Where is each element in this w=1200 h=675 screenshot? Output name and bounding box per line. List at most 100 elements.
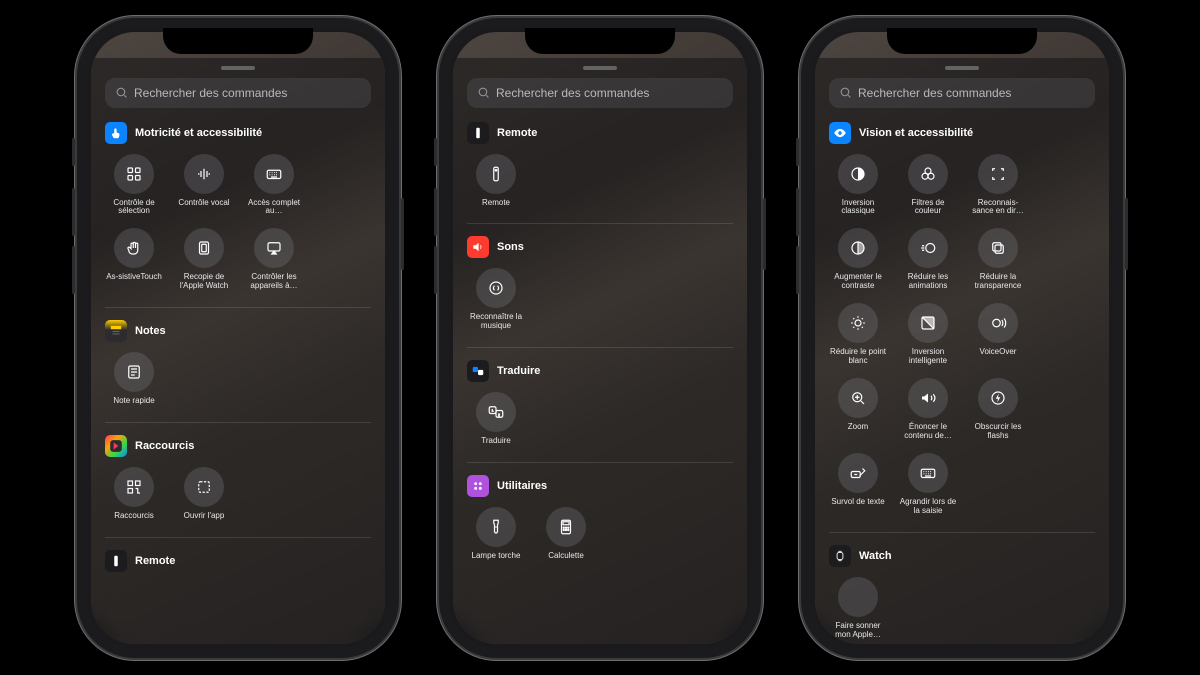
control-item[interactable]: Contrôler les appareils à… bbox=[245, 228, 303, 291]
section: Vision et accessibilité Inversion classiq… bbox=[829, 122, 1095, 529]
motion-icon bbox=[908, 228, 948, 268]
control-label: Inversion intelligente bbox=[899, 348, 957, 366]
remote-icon bbox=[467, 122, 489, 144]
smartinv-icon bbox=[908, 303, 948, 343]
controls-scroll[interactable]: Vision et accessibilité Inversion classiq… bbox=[815, 110, 1109, 644]
sheet-grabber[interactable] bbox=[945, 66, 979, 70]
control-label: As-sistiveTouch bbox=[106, 273, 162, 282]
search-placeholder: Rechercher des commandes bbox=[496, 86, 649, 100]
control-label: Accès complet au… bbox=[245, 199, 303, 217]
section-header: Motricité et accessibilité bbox=[105, 122, 371, 144]
section-title: Traduire bbox=[497, 365, 540, 377]
utilities-icon bbox=[467, 475, 489, 497]
section: Traduire Traduire bbox=[467, 360, 733, 458]
speaker-icon bbox=[908, 378, 948, 418]
phone-frame: Rechercher des commandes Vision et access… bbox=[811, 28, 1113, 648]
torch-icon bbox=[476, 507, 516, 547]
control-label: Réduire le point blanc bbox=[829, 348, 887, 366]
dashedsq-icon bbox=[184, 467, 224, 507]
section-header: Remote bbox=[105, 550, 371, 572]
control-item[interactable]: Réduire les animations bbox=[899, 228, 957, 291]
control-item[interactable]: Calculette bbox=[537, 507, 595, 561]
control-label: Énoncer le contenu de… bbox=[899, 423, 957, 441]
section: Sons Reconnaître la musique bbox=[467, 236, 733, 343]
search-input[interactable]: Rechercher des commandes bbox=[105, 78, 371, 108]
control-item[interactable]: Survol de texte bbox=[829, 453, 887, 516]
control-label: Inversion classique bbox=[829, 199, 887, 217]
qr-icon bbox=[114, 467, 154, 507]
control-item[interactable]: Reconnais-sance en dir… bbox=[969, 154, 1027, 217]
control-item[interactable]: VoiceOver bbox=[969, 303, 1027, 366]
control-item[interactable]: Obscurcir les flashs bbox=[969, 378, 1027, 441]
control-item[interactable]: Inversion intelligente bbox=[899, 303, 957, 366]
control-label: Faire sonner mon Apple… bbox=[829, 622, 887, 640]
section: RaccourcisRaccourcisOuvrir l'app bbox=[105, 435, 371, 533]
phone-frame: Rechercher des commandes Motricité et acc… bbox=[87, 28, 389, 648]
control-label: Réduire la transparence bbox=[969, 273, 1027, 291]
section-header: Watch bbox=[829, 545, 1095, 567]
translate-icon bbox=[467, 360, 489, 382]
control-label: Recopie de l'Apple Watch bbox=[175, 273, 233, 291]
control-label: Reconnaître la musique bbox=[467, 313, 525, 331]
control-item[interactable]: Reconnaître la musique bbox=[467, 268, 525, 331]
airplay-icon bbox=[254, 228, 294, 268]
note-icon bbox=[114, 352, 154, 392]
section-title: Remote bbox=[135, 555, 175, 567]
control-item[interactable]: Lampe torche bbox=[467, 507, 525, 561]
control-item[interactable]: Raccourcis bbox=[105, 467, 163, 521]
control-label: Obscurcir les flashs bbox=[969, 423, 1027, 441]
control-label: Réduire les animations bbox=[899, 273, 957, 291]
control-item[interactable]: Accès complet au… bbox=[245, 154, 303, 217]
control-item[interactable]: Filtres de couleur bbox=[899, 154, 957, 217]
sheet-grabber[interactable] bbox=[583, 66, 617, 70]
control-label: Note rapide bbox=[113, 397, 154, 406]
control-label: Agrandir lors de la saisie bbox=[899, 498, 957, 516]
section: Utilitaires Lampe torcheCalculette bbox=[467, 475, 733, 573]
control-item[interactable]: Traduire bbox=[467, 392, 525, 446]
section-header: Traduire bbox=[467, 360, 733, 382]
control-item[interactable]: Inversion classique bbox=[829, 154, 887, 217]
section: Remote bbox=[105, 550, 371, 572]
control-label: Augmenter le contraste bbox=[829, 273, 887, 291]
sheet-grabber[interactable] bbox=[221, 66, 255, 70]
remote-icon bbox=[476, 154, 516, 194]
control-item[interactable]: Réduire le point blanc bbox=[829, 303, 887, 366]
control-label: Filtres de couleur bbox=[899, 199, 957, 217]
control-label: Ouvrir l'app bbox=[184, 512, 225, 521]
section-header: Vision et accessibilité bbox=[829, 122, 1095, 144]
control-item[interactable]: Augmenter le contraste bbox=[829, 228, 887, 291]
control-item[interactable]: As-sistiveTouch bbox=[105, 228, 163, 291]
control-item[interactable]: Zoom bbox=[829, 378, 887, 441]
control-label: Zoom bbox=[848, 423, 868, 432]
control-item[interactable]: Note rapide bbox=[105, 352, 163, 406]
hovertext-icon bbox=[838, 453, 878, 493]
search-input[interactable]: Rechercher des commandes bbox=[829, 78, 1095, 108]
section-header: Utilitaires bbox=[467, 475, 733, 497]
watch-icon bbox=[829, 545, 851, 567]
control-item[interactable]: Énoncer le contenu de… bbox=[899, 378, 957, 441]
remote-icon bbox=[105, 550, 127, 572]
flash-icon bbox=[978, 378, 1018, 418]
blank-icon bbox=[838, 577, 878, 617]
grid4-icon bbox=[114, 154, 154, 194]
control-label: Remote bbox=[482, 199, 510, 208]
halfcircle-icon bbox=[838, 154, 878, 194]
control-item[interactable]: Contrôle vocal bbox=[175, 154, 233, 217]
control-label: Survol de texte bbox=[831, 498, 884, 507]
control-item[interactable]: Recopie de l'Apple Watch bbox=[175, 228, 233, 291]
touch-icon bbox=[105, 122, 127, 144]
control-item[interactable]: Faire sonner mon Apple… bbox=[829, 577, 887, 640]
section: Motricité et accessibilité Contrôle de sé… bbox=[105, 122, 371, 304]
controls-scroll[interactable]: Motricité et accessibilité Contrôle de sé… bbox=[91, 110, 385, 644]
zoom-icon bbox=[838, 378, 878, 418]
control-item[interactable]: Contrôle de sélection bbox=[105, 154, 163, 217]
control-item[interactable]: Remote bbox=[467, 154, 525, 208]
section-title: Watch bbox=[859, 550, 892, 562]
section-title: Sons bbox=[497, 241, 524, 253]
control-item[interactable]: Réduire la transparence bbox=[969, 228, 1027, 291]
controls-scroll[interactable]: Remote Remote Sons Reconnaître la musique Tr… bbox=[453, 110, 747, 644]
section-title: Remote bbox=[497, 127, 537, 139]
control-item[interactable]: Ouvrir l'app bbox=[175, 467, 233, 521]
search-input[interactable]: Rechercher des commandes bbox=[467, 78, 733, 108]
control-item[interactable]: Agrandir lors de la saisie bbox=[899, 453, 957, 516]
